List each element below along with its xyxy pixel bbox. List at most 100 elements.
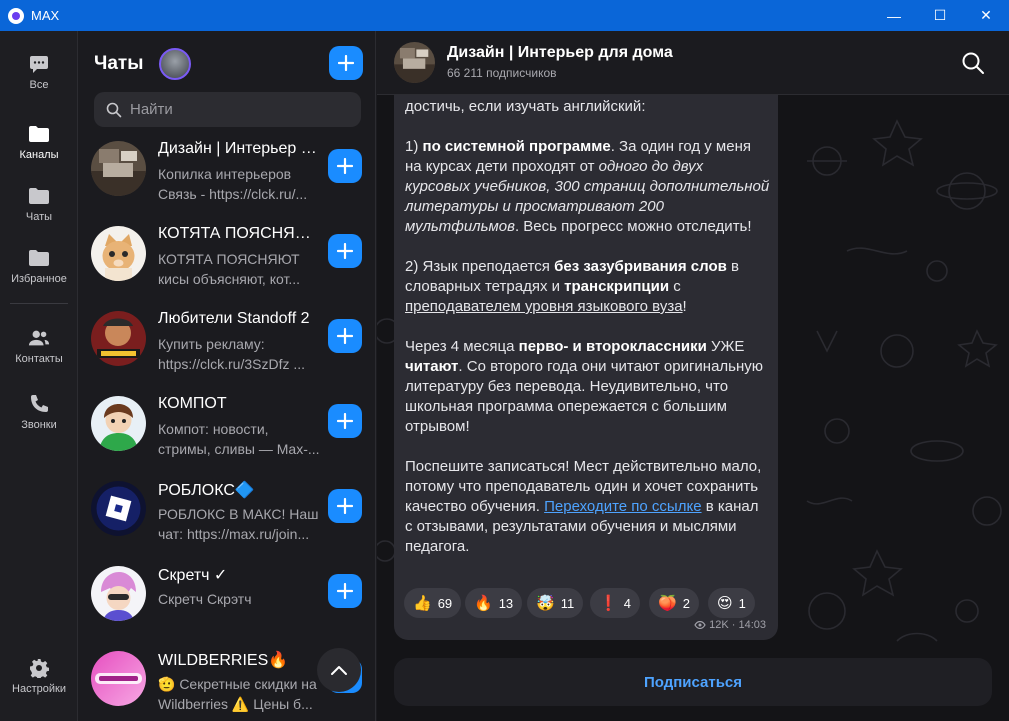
plus-icon (337, 158, 353, 174)
reaction-chip[interactable]: ❗ 4 (590, 588, 640, 618)
search-placeholder: Найти (130, 101, 173, 118)
nav-item-contacts[interactable]: Контакты (0, 327, 78, 365)
reaction-chip[interactable]: 😍 1 (708, 588, 755, 618)
plus-icon (338, 55, 354, 71)
profile-avatar[interactable] (159, 48, 191, 80)
channel-pane: Дизайн | Интерьер для дома 66 211 подпис… (377, 31, 1009, 721)
plus-icon (337, 583, 353, 599)
new-chat-button[interactable] (329, 46, 363, 80)
list-item[interactable]: Дизайн | Интерьер для дома Копилка интер… (79, 130, 375, 215)
chat-preview: 🫡 Секретные скидки на Wildberries ⚠️ Цены… (158, 676, 317, 712)
reactions-bar: 👍 69 🔥 13 🤯 11 ❗ 4 🍑 2 😍 1 (404, 588, 774, 618)
chat-name: Дизайн | Интерьер для дома (158, 140, 318, 157)
nav-item-settings[interactable]: Настройки (0, 657, 78, 695)
search-input[interactable]: Найти (94, 92, 361, 127)
channel-avatar[interactable] (394, 42, 435, 83)
list-item[interactable]: Скретч ✓ Скретч Скрэтч (79, 555, 375, 640)
nav-label: Звонки (21, 419, 57, 431)
views-and-time: 12K · 14:03 (709, 619, 766, 631)
reaction-chip[interactable]: 🔥 13 (465, 588, 523, 618)
avatar (91, 141, 146, 196)
chat-preview: Скретч Скрэтч (158, 591, 252, 607)
subscribe-plus-button[interactable] (328, 489, 362, 523)
list-item[interactable]: Любители Standoff 2 Купить рекламу: https… (79, 300, 375, 385)
nav-rail: Все Каналы Чаты Избранное Контакты Звонк… (0, 31, 78, 721)
scroll-to-top-button[interactable] (317, 648, 361, 692)
channel-title[interactable]: Дизайн | Интерьер для дома (447, 44, 673, 62)
chat-name: Любители Standoff 2 (158, 310, 310, 327)
chat-preview: Компот: новости, стримы, сливы — Max-... (158, 421, 320, 457)
chat-name: Скретч ✓ (158, 567, 228, 584)
maximize-icon: ☐ (933, 7, 947, 23)
avatar (91, 311, 146, 366)
avatar (91, 226, 146, 281)
nav-item-all[interactable]: Все (0, 53, 78, 91)
nav-item-channels[interactable]: Каналы (0, 123, 78, 161)
eye-icon (694, 621, 706, 629)
list-item[interactable]: КОМПОТ Компот: новости, стримы, сливы — M… (79, 385, 375, 470)
app-title: MAX (31, 8, 60, 23)
contacts-icon (28, 327, 50, 349)
chat-list-title: Чаты (94, 53, 144, 74)
chat-name: WILDBERRIES🔥 (158, 652, 289, 669)
chat-preview: КОТЯТА ПОЯСНЯЮТ кисы объясняют, кот... (158, 251, 301, 287)
nav-label: Чаты (25, 211, 53, 223)
reaction-chip[interactable]: 👍 69 (404, 588, 462, 618)
nav-label: Все (29, 79, 49, 91)
chat-preview: Копилка интерьеров Связь - https://clck.r… (158, 166, 308, 202)
nav-item-calls[interactable]: Звонки (0, 393, 78, 431)
plus-icon (337, 243, 353, 259)
app-logo-icon (8, 7, 24, 24)
list-item[interactable]: КОТЯТА ПОЯСНЯЮТ КОТЯТА ПОЯСНЯЮТ кисы объя… (79, 215, 375, 300)
chat-list-header: Чаты (79, 31, 375, 91)
plus-icon (337, 498, 353, 514)
nav-item-favorites[interactable]: Избранное (0, 247, 78, 285)
folder-icon (28, 247, 50, 269)
minimize-icon: — (887, 7, 901, 24)
search-icon[interactable] (961, 51, 985, 75)
subscribe-plus-button[interactable] (328, 234, 362, 268)
chat-bubble-icon (28, 53, 50, 75)
reaction-chip[interactable]: 🍑 2 (649, 588, 699, 618)
chat-name: КОМПОТ (158, 395, 227, 412)
folder-icon (28, 123, 50, 145)
plus-icon (337, 328, 353, 344)
search-icon (106, 102, 122, 117)
nav-item-chats[interactable]: Чаты (0, 185, 78, 223)
subscribe-plus-button[interactable] (328, 149, 362, 183)
chat-name: РОБЛОКС🔷 (158, 482, 255, 499)
nav-divider (10, 303, 68, 304)
subscribe-button[interactable]: Подписаться (394, 658, 992, 706)
subscribe-plus-button[interactable] (328, 574, 362, 608)
avatar (91, 566, 146, 621)
gear-icon (28, 657, 50, 679)
subscribe-plus-button[interactable] (328, 404, 362, 438)
folder-icon (28, 185, 50, 207)
chat-preview: Купить рекламу: https://clck.ru/3SzDfz ..… (158, 336, 306, 372)
title-bar: MAX — ☐ ✕ (0, 0, 1009, 31)
nav-label: Контакты (15, 353, 63, 365)
plus-icon (337, 413, 353, 429)
message-bubble: достичь, если изучать английский: 1) по … (394, 95, 778, 640)
message-link[interactable]: Переходите по ссылке (544, 498, 701, 515)
chat-name: КОТЯТА ПОЯСНЯЮТ (158, 225, 318, 242)
reaction-chip[interactable]: 🤯 11 (527, 588, 584, 618)
close-icon: ✕ (980, 7, 992, 23)
nav-label: Избранное (11, 273, 67, 285)
avatar (91, 651, 146, 706)
channel-header: Дизайн | Интерьер для дома 66 211 подпис… (377, 31, 1009, 95)
minimize-button[interactable]: — (871, 0, 917, 31)
subscriber-count: 66 211 подписчиков (447, 66, 557, 80)
nav-label: Каналы (19, 149, 59, 161)
maximize-button[interactable]: ☐ (917, 0, 963, 31)
list-item[interactable]: РОБЛОКС🔷 РОБЛОКС В МАКС! Наш чат: https:/… (79, 470, 375, 555)
phone-icon (28, 393, 50, 415)
message-meta: 12K · 14:03 (694, 619, 766, 631)
close-button[interactable]: ✕ (963, 0, 1009, 31)
chevron-up-icon (331, 666, 347, 675)
subscribe-plus-button[interactable] (328, 319, 362, 353)
avatar (91, 481, 146, 536)
chat-list-panel: Чаты Найти Дизайн | Интерьер для дома Ко… (79, 31, 376, 721)
chat-preview: РОБЛОКС В МАКС! Наш чат: https://max.ru/j… (158, 506, 319, 542)
avatar (91, 396, 146, 451)
